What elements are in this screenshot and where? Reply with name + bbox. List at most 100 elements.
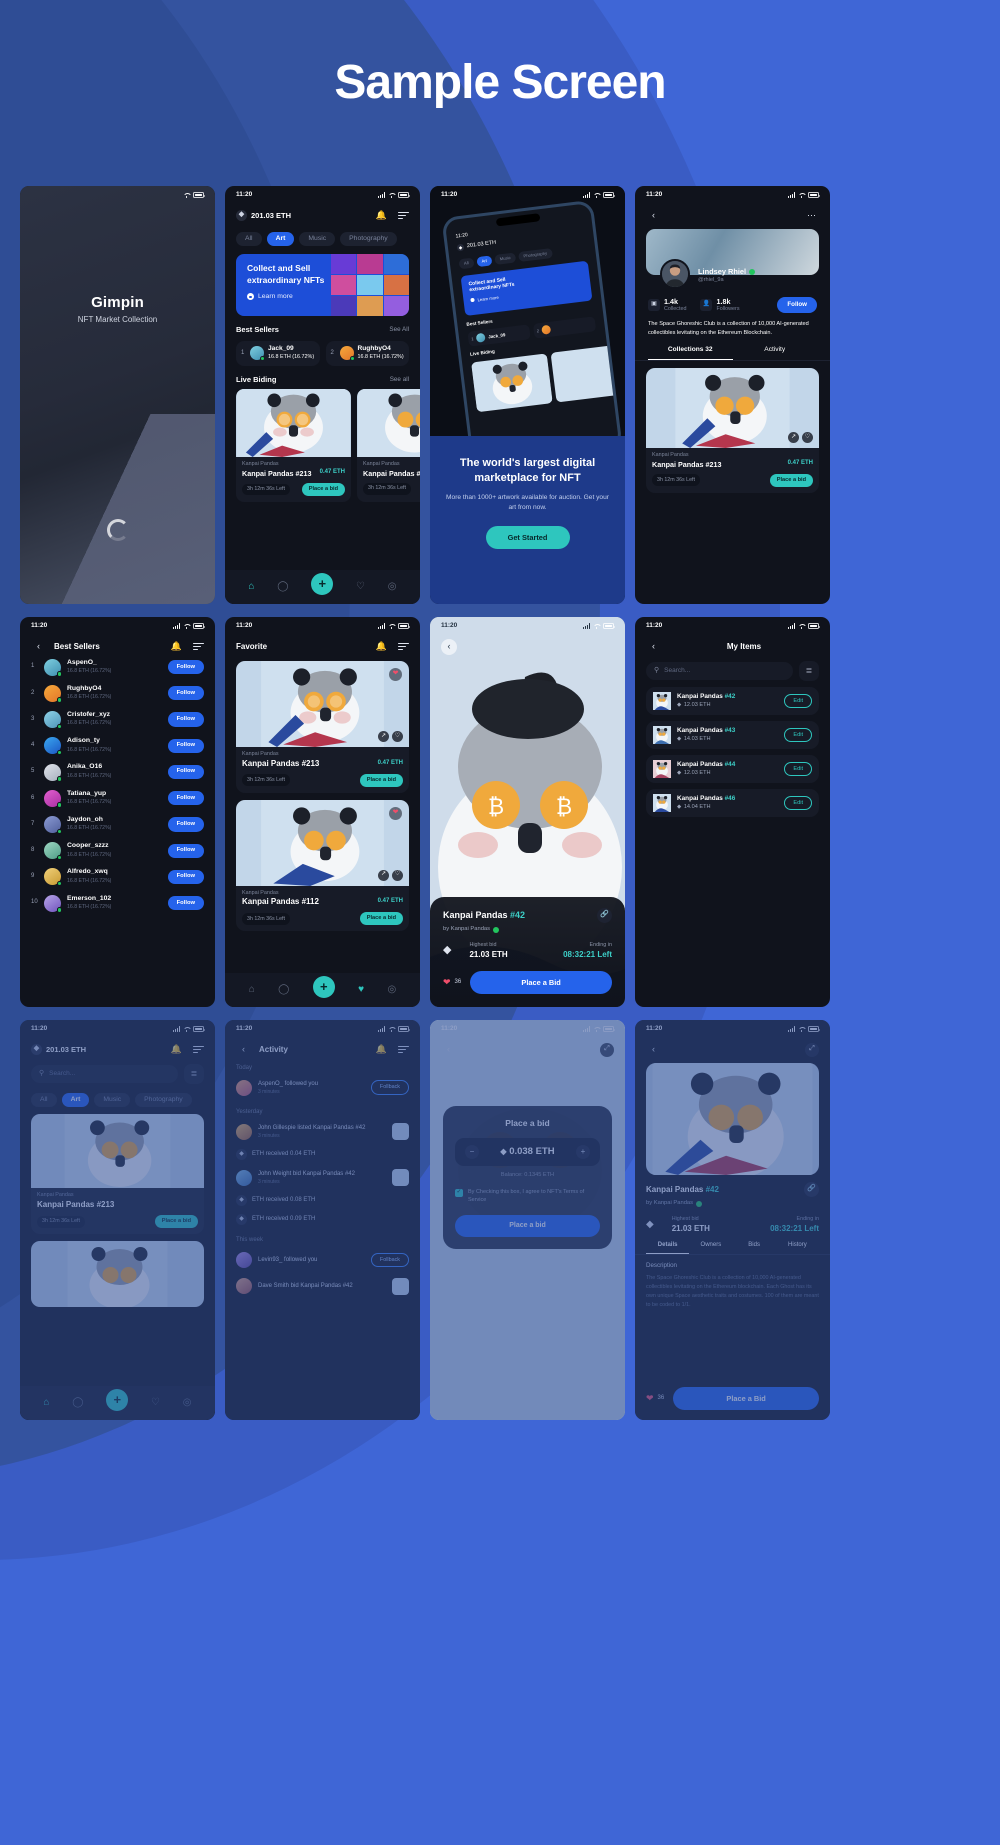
nft-price: 0.47 ETH [319, 469, 345, 476]
tab-favorite-icon[interactable]: ♥ [358, 984, 364, 997]
play-icon [247, 293, 254, 301]
bell-icon[interactable]: 🔔 [374, 208, 389, 223]
heart-outline-icon[interactable]: ♡ [392, 731, 403, 742]
item-price: ◆ 12.03 ETH [677, 702, 711, 708]
seller-item[interactable]: 2 RughbyO4 16.8 ETH (16.72%) [325, 340, 409, 366]
menu-icon[interactable] [193, 641, 204, 653]
edit-button[interactable]: Edit [784, 762, 812, 776]
follow-button[interactable]: Follow [167, 712, 204, 727]
promo-banner[interactable]: Collect and Sell extraordinary NFTs Lear… [236, 254, 409, 317]
best-seller-row[interactable]: 8 Cooper_szzz 16.8 ETH (16.72%) Follow [20, 838, 215, 864]
chip-photography[interactable]: Photography [340, 232, 397, 247]
best-seller-row[interactable]: 7 Jaydon_oh 16.8 ETH (16.72%) Follow [20, 811, 215, 837]
my-item-row[interactable]: Kanpai Pandas #42 ◆ 12.03 ETH Edit [646, 687, 819, 715]
bell-icon[interactable]: 🔔 [374, 639, 389, 654]
search-input[interactable]: ⚲ Search... [646, 661, 793, 681]
my-item-row[interactable]: Kanpai Pandas #46 ◆ 14.04 ETH Edit [646, 789, 819, 817]
nft-card[interactable]: Kanpai Pandas Kanpai Pandas #112 3h 12m … [357, 389, 420, 502]
back-icon[interactable]: ‹ [31, 639, 46, 654]
nft-image: ❤ ↗ ♡ [236, 799, 409, 886]
tab-search-icon[interactable]: ◯ [278, 984, 289, 997]
share-icon[interactable]: ↗ [378, 869, 389, 881]
best-seller-row[interactable]: 9 Alfredo_xwq 16.8 ETH (16.72%) Follow [20, 864, 215, 890]
nft-card[interactable]: ↗ ♡ Kanpai Pandas Kanpai Pandas #213 0.4… [646, 367, 819, 493]
back-icon[interactable]: ‹ [646, 639, 661, 654]
like-button[interactable]: ❤ 36 [443, 977, 461, 988]
nft-card[interactable]: Kanpai Pandas Kanpai Pandas #213 0.47 ET… [236, 389, 351, 502]
heart-icon[interactable]: ❤ [389, 668, 402, 681]
follow-button[interactable]: Follow [167, 764, 204, 780]
place-a-bid-button[interactable]: Place a Bid [470, 971, 612, 994]
tab-collections[interactable]: Collections 32 [648, 346, 733, 360]
search-placeholder: Search... [664, 666, 691, 674]
follow-button[interactable]: Follow [167, 738, 204, 753]
tab-home-icon[interactable]: ⌂ [249, 984, 255, 997]
place-bid-button[interactable]: Place a bid [359, 912, 403, 926]
follow-button[interactable]: Follow [167, 686, 204, 701]
best-seller-row[interactable]: 5 Anika_O16 16.8 ETH (16.72%) Follow [20, 759, 215, 785]
nft-time-left: 3h 12m 36s Left [363, 482, 411, 495]
best-seller-row[interactable]: 10 Emerson_102 16.8 ETH (16.72%) Follow [20, 890, 215, 916]
heart-icon[interactable]: ♡ [802, 431, 813, 443]
link-icon[interactable]: 🔗 [597, 908, 612, 924]
profile-handle: @rhiel_9a [698, 277, 724, 284]
tab-home-icon[interactable]: ⌂ [248, 581, 254, 594]
chip-art[interactable]: Art [266, 232, 295, 247]
follow-button[interactable]: Follow [167, 896, 204, 911]
follow-button[interactable]: Follow [167, 843, 204, 858]
get-started-button[interactable]: Get Started [485, 526, 570, 550]
seller-stat: 16.8 ETH (16.72%) [67, 746, 112, 753]
best-sellers-see-all[interactable]: See All [389, 326, 409, 334]
add-button[interactable]: + [311, 573, 334, 595]
place-bid-button[interactable]: Place a bid [301, 482, 345, 496]
profile-bio: The Space Ghoreshic Club is a collection… [648, 320, 809, 336]
like-count: 36 [454, 978, 462, 985]
back-icon[interactable]: ‹ [646, 208, 661, 223]
stat-collected: ▣ 1.4k Collected [648, 297, 686, 313]
tab-profile-icon[interactable]: ◎ [388, 581, 397, 594]
edit-button[interactable]: Edit [784, 796, 812, 810]
heart-icon[interactable]: ❤ [389, 806, 402, 820]
menu-icon[interactable] [398, 641, 409, 653]
menu-icon[interactable] [398, 210, 409, 222]
tab-profile-icon[interactable]: ◎ [388, 984, 397, 997]
add-button[interactable]: + [312, 976, 335, 998]
follow-button[interactable]: Follow [167, 869, 204, 885]
place-bid-button[interactable]: Place a bid [769, 473, 813, 487]
tab-activity[interactable]: Activity [733, 346, 818, 360]
best-seller-row[interactable]: 2 RughbyO4 16.8 ETH (16.72%) Follow [20, 680, 215, 706]
place-bid-button[interactable]: Place a bid [359, 773, 403, 787]
seller-stat: 16.8 ETH (16.72%) [67, 799, 112, 806]
heart-outline-icon[interactable]: ♡ [392, 869, 403, 881]
nft-card[interactable]: ❤ ↗ ♡ Kanpai Pandas Kanpai Pandas #213 0… [236, 661, 409, 793]
edit-button[interactable]: Edit [784, 728, 812, 742]
best-seller-row[interactable]: 3 Cristofer_xyz 16.8 ETH (16.72%) Follow [20, 706, 215, 732]
share-icon[interactable]: ↗ [788, 431, 799, 443]
back-icon[interactable]: ‹ [441, 639, 457, 655]
wallet-balance[interactable]: ◆ 201.03 ETH [236, 210, 291, 221]
learn-more-button[interactable]: Learn more [247, 293, 356, 301]
edit-button[interactable]: Edit [784, 694, 812, 708]
tab-search-icon[interactable]: ◯ [277, 581, 288, 594]
share-icon[interactable]: ↗ [378, 731, 389, 742]
chip-music[interactable]: Music [299, 232, 336, 247]
best-seller-row[interactable]: 1 AspenO_ 16.8 ETH (16.72%) Follow [20, 654, 215, 680]
follow-button[interactable]: Follow [777, 297, 817, 313]
seller-item[interactable]: 1 Jack_09 16.8 ETH (16.72%) [236, 340, 320, 366]
best-seller-row[interactable]: 4 Adison_ty 16.8 ETH (16.72%) Follow [20, 733, 215, 759]
ethereum-icon: ◆ [677, 736, 682, 742]
filter-icon[interactable]: ≣ [799, 661, 819, 681]
chip-all[interactable]: All [236, 232, 262, 247]
seller-rank: 2 [330, 349, 334, 356]
follow-button[interactable]: Follow [167, 660, 204, 675]
live-bidding-see-all[interactable]: See all [390, 376, 409, 384]
nft-card[interactable]: ❤ ↗ ♡ Kanpai Pandas Kanpai Pandas #112 0… [236, 799, 409, 932]
bell-icon[interactable]: 🔔 [169, 639, 184, 654]
my-item-row[interactable]: Kanpai Pandas #44 ◆ 12.03 ETH Edit [646, 755, 819, 783]
follow-button[interactable]: Follow [167, 817, 204, 832]
my-item-row[interactable]: Kanpai Pandas #43 ◆ 14.03 ETH Edit [646, 721, 819, 749]
follow-button[interactable]: Follow [167, 791, 204, 806]
tab-favorite-icon[interactable]: ♡ [356, 581, 365, 594]
best-seller-row[interactable]: 6 Tatiana_yup 16.8 ETH (16.72%) Follow [20, 785, 215, 811]
more-icon[interactable]: ⋯ [804, 208, 819, 223]
